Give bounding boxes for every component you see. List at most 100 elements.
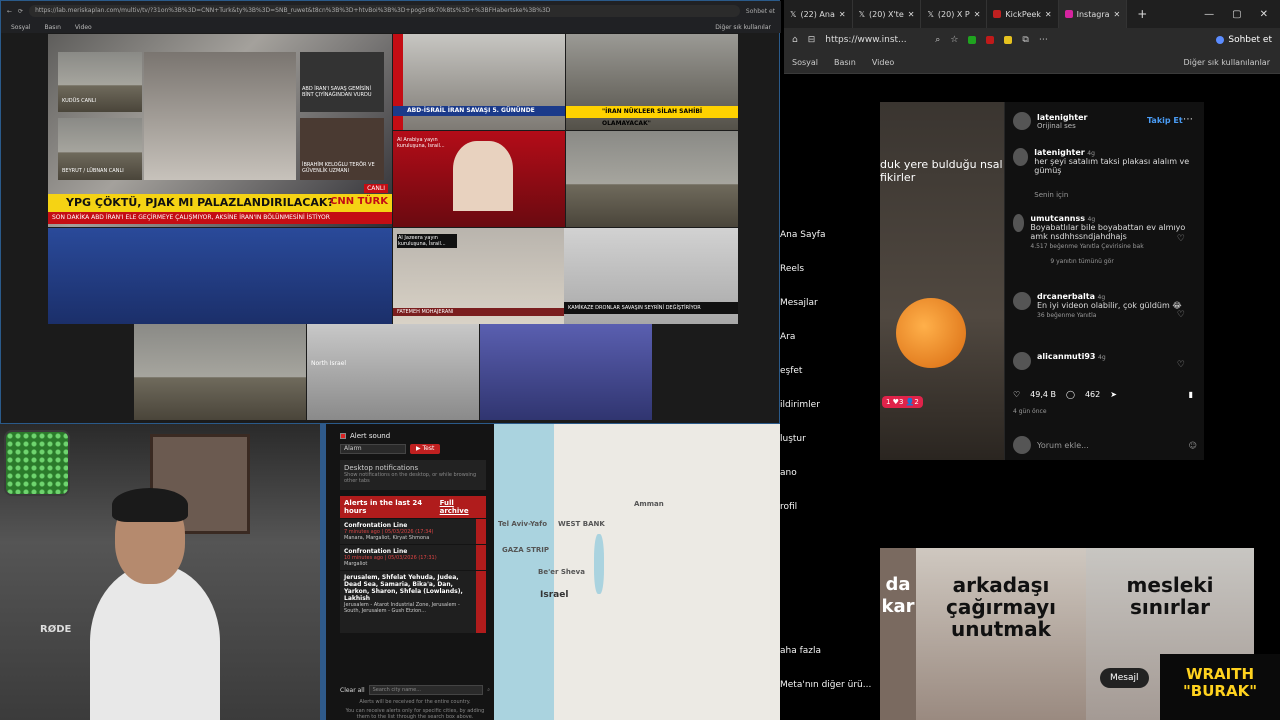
bookmark-basin[interactable]: Basın <box>834 58 856 67</box>
site-info-icon[interactable]: ⊟ <box>808 35 816 45</box>
share-icon[interactable]: ➤ <box>1110 390 1117 399</box>
tab-instagram[interactable]: Instagra ✕ <box>1058 0 1128 28</box>
news-tile-alarabiya[interactable]: Al Arabiya yayın kuruluşuna, Israil... <box>393 131 565 227</box>
close-icon[interactable]: ✕ <box>839 10 846 19</box>
nav-messages[interactable]: Mesajlar <box>780 298 880 332</box>
tab-x-te[interactable]: 𝕏 (20) X'te ✕ <box>853 0 922 28</box>
test-button[interactable]: ▶ Test <box>410 444 441 454</box>
nav-home[interactable]: Ana Sayfa <box>780 230 880 264</box>
left-bookmark-sosyal[interactable]: Sosyal <box>11 24 31 31</box>
like-comment-icon[interactable]: ♡ <box>1177 234 1185 244</box>
other-bookmarks[interactable]: Diğer sık kullanılanlar <box>1184 58 1280 67</box>
close-icon[interactable]: ✕ <box>974 10 981 19</box>
news-tile-tr[interactable]: "İRAN NÜKLEER SİLAH SAHİBİ OLAMAYACAK" <box>566 34 738 130</box>
close-icon[interactable]: ✕ <box>1045 10 1052 19</box>
close-window-icon[interactable]: ✕ <box>1260 9 1268 20</box>
nav-explore[interactable]: eşfet <box>780 366 880 400</box>
caption-user[interactable]: latenighter <box>1034 148 1084 157</box>
messages-button[interactable]: Mesajl <box>1100 668 1149 688</box>
news-tile-north-israel[interactable]: North Israel <box>307 324 479 420</box>
left-bookmark-video[interactable]: Video <box>75 24 92 31</box>
extension-yellow-icon[interactable] <box>1004 36 1013 44</box>
reload-icon[interactable]: ⟳ <box>18 8 23 15</box>
desktop-notifications-box[interactable]: Desktop notifications Show notifications… <box>340 460 486 490</box>
avatar[interactable] <box>1013 352 1031 370</box>
alert-sound-checkbox[interactable] <box>340 433 346 439</box>
favorite-icon[interactable]: ☆ <box>950 35 958 45</box>
search-icon[interactable]: ⌕ <box>487 687 490 693</box>
avatar[interactable] <box>1013 214 1025 232</box>
zoom-icon[interactable]: ⌕ <box>935 35 940 45</box>
nav-profile[interactable]: rofil <box>780 502 880 536</box>
like-comment-icon[interactable]: ♡ <box>1177 360 1185 370</box>
comment-user[interactable]: drcanerbalta <box>1037 292 1095 301</box>
bookmark-sosyal[interactable]: Sosyal <box>792 58 818 67</box>
back-icon[interactable]: ← <box>7 8 12 15</box>
full-archive-link[interactable]: Full archive <box>440 499 482 515</box>
alarm-select[interactable]: Alarm <box>340 444 406 454</box>
extension-red-icon[interactable] <box>986 36 995 44</box>
like-comment-icon[interactable]: ♡ <box>1177 310 1185 320</box>
news-tile-jerusalem-cam[interactable] <box>134 324 306 420</box>
nav-ano[interactable]: ano <box>780 468 880 502</box>
save-icon[interactable]: ▮ <box>1189 390 1193 399</box>
avatar[interactable] <box>1013 112 1031 130</box>
comment-meta[interactable]: 36 beğenme Yanıtla <box>1037 312 1182 319</box>
news-tile-weather[interactable] <box>48 228 392 324</box>
clear-all-button[interactable]: Clear all <box>340 687 365 694</box>
israel-alert-map[interactable]: Tel Aviv-Yafo Amman WEST BANK GAZA STRIP… <box>494 424 780 720</box>
tab-x-ana[interactable]: 𝕏 (22) Ana ✕ <box>784 0 853 28</box>
reel-thumbnail[interactable]: arkadaşı çağırmayı unutmak <box>916 548 1086 720</box>
copilot-button[interactable]: Sohbet et <box>1216 35 1272 45</box>
nav-search[interactable]: Ara <box>780 332 880 366</box>
maximize-icon[interactable]: ▢ <box>1232 9 1241 20</box>
extension-green-icon[interactable] <box>968 36 977 44</box>
tab-kickpeek[interactable]: KickPeek ✕ <box>987 0 1059 28</box>
add-comment-input[interactable]: Yorum ekle... <box>1037 441 1183 450</box>
left-url-field[interactable]: https://lab.meriskaplan.com/multiv/tv/?3… <box>29 5 740 17</box>
news-tile-ntv[interactable]: ABD-İSRAİL İRAN SAVAŞI 5. GÜNÜNDE <box>393 34 565 130</box>
bookmark-video[interactable]: Video <box>872 58 894 67</box>
nav-meta[interactable]: Meta'nın diğer ürü... <box>780 680 880 714</box>
news-tile-kamikaze[interactable]: KAMİKAZE DRONLAR SAVAŞIN SEYRİNİ DEĞİŞTİ… <box>564 228 738 324</box>
comment-user[interactable]: alicanmuti93 <box>1037 352 1095 361</box>
nav-create[interactable]: luştur <box>780 434 880 468</box>
news-tile-jazeera[interactable]: Al Jazeera yayın kuruluşuna, İsrail... F… <box>393 228 565 324</box>
alert-sound-option[interactable]: Alert sound <box>340 432 486 440</box>
follow-button[interactable]: Takip Et <box>1147 116 1183 125</box>
post-audio[interactable]: Orijinal ses <box>1037 122 1087 130</box>
reel-thumbnail[interactable]: da kar <box>880 548 916 720</box>
news-tile-skyline-1[interactable] <box>566 131 738 227</box>
avatar[interactable] <box>1013 148 1029 166</box>
post-author[interactable]: latenighter <box>1037 113 1087 122</box>
new-tab-icon[interactable]: + <box>1127 7 1157 21</box>
home-icon[interactable]: ⌂ <box>792 35 798 45</box>
nav-reels[interactable]: Reels <box>780 264 880 298</box>
tab-x-p[interactable]: 𝕏 (20) X P ✕ <box>921 0 988 28</box>
news-tile-panel[interactable] <box>480 324 652 420</box>
nav-more[interactable]: aha fazla <box>780 646 880 680</box>
minimize-icon[interactable]: — <box>1204 9 1214 20</box>
like-icon[interactable]: ♡ <box>1013 390 1020 399</box>
menu-icon[interactable]: ⋯ <box>1039 35 1048 45</box>
nav-notifications[interactable]: ildirimler <box>780 400 880 434</box>
left-bookmark-basin[interactable]: Basın <box>45 24 61 31</box>
left-sohbet-button[interactable]: Sohbet et <box>746 8 775 15</box>
comment-meta[interactable]: 4.517 beğenme Yanıtla Çevirisine bak <box>1030 243 1191 250</box>
senin-icin-dropdown[interactable]: Senin için <box>1034 191 1191 199</box>
more-options-icon[interactable]: ⋯ <box>1183 114 1193 125</box>
close-icon[interactable]: ✕ <box>908 10 915 19</box>
avatar[interactable] <box>1013 292 1031 310</box>
like-count[interactable]: 49,4 B <box>1030 390 1056 399</box>
left-other-bookmarks[interactable]: Diğer sık kullanılar <box>715 24 781 31</box>
cnn-canli-badge: CANLI <box>364 184 388 193</box>
right-url-field[interactable]: https://www.inst... <box>825 35 925 45</box>
comment-icon[interactable]: ◯ <box>1066 390 1075 399</box>
extensions-icon[interactable]: ⧉ <box>1022 35 1028 45</box>
close-icon[interactable]: ✕ <box>1114 10 1121 19</box>
view-replies-link[interactable]: 9 yanıtın tümünü gör <box>1030 258 1191 265</box>
comment-user[interactable]: umutcannss <box>1030 214 1085 223</box>
emoji-icon[interactable]: ☺ <box>1189 441 1197 450</box>
reel-notification-badge[interactable]: 1 ♥3 👤2 <box>882 396 923 408</box>
city-search-input[interactable]: Search city name... <box>368 685 484 695</box>
